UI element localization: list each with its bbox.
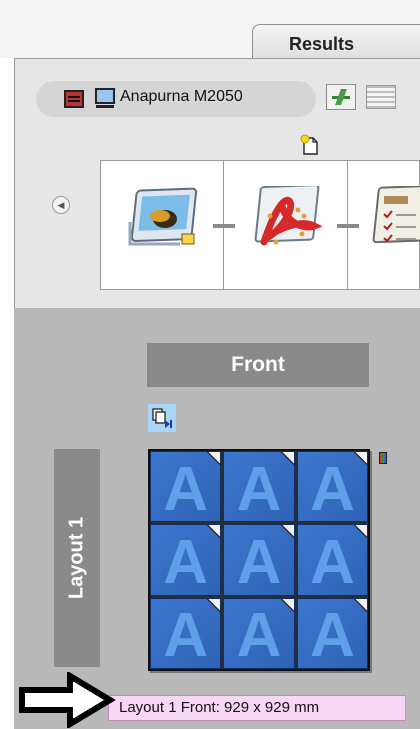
image-edit-icon[interactable] <box>120 186 210 260</box>
list-icon[interactable] <box>366 85 396 109</box>
tile-glyph: A <box>163 528 209 596</box>
page-fold-icon <box>354 525 367 539</box>
imposition-grid[interactable]: AAAAAAAAA <box>148 449 370 671</box>
layout-tile[interactable]: A <box>223 597 295 669</box>
tile-glyph: A <box>236 528 282 596</box>
layout-tile[interactable]: A <box>296 524 368 596</box>
device-name[interactable]: Anapurna M2050 <box>120 88 243 106</box>
page-fold-icon <box>280 452 294 465</box>
step-connector <box>337 224 359 228</box>
pdf-icon[interactable] <box>246 186 336 260</box>
page-fold-icon <box>354 598 367 612</box>
layout-tile[interactable]: A <box>223 451 295 523</box>
layout-tile[interactable]: A <box>150 451 222 523</box>
layout-tile[interactable]: A <box>296 597 368 669</box>
layout-tile[interactable]: A <box>150 597 222 669</box>
tile-glyph: A <box>309 454 355 523</box>
edit-icon[interactable] <box>326 84 356 110</box>
page-fold-icon <box>207 598 221 612</box>
monitor-icon <box>95 88 115 108</box>
size-tooltip: Layout 1 Front: 929 x 929 mm <box>108 695 406 721</box>
page-fold-icon <box>207 452 221 465</box>
checklist-icon[interactable] <box>366 186 420 260</box>
new-document-icon[interactable] <box>300 134 320 156</box>
pointer-arrow-icon <box>19 672 116 728</box>
tile-glyph: A <box>163 454 209 523</box>
layout-tile[interactable]: A <box>296 451 368 523</box>
step-nav-left-icon[interactable]: ◀ <box>52 196 70 214</box>
tile-glyph: A <box>236 454 282 523</box>
device-selector-icon[interactable] <box>64 90 84 108</box>
side-label-front: Front <box>147 343 369 387</box>
layout-tile[interactable]: A <box>150 524 222 596</box>
tile-glyph: A <box>309 601 355 669</box>
page-fold-icon <box>207 525 221 539</box>
tile-glyph: A <box>163 601 209 669</box>
color-marks-icon <box>379 452 387 464</box>
layout-tools-icon[interactable] <box>148 404 176 432</box>
page-fold-icon <box>354 452 367 465</box>
step-connector <box>213 224 235 228</box>
tile-glyph: A <box>309 528 355 596</box>
page-fold-icon <box>280 598 294 612</box>
layout-tile[interactable]: A <box>223 524 295 596</box>
tile-glyph: A <box>236 601 282 669</box>
layout-name-label: Layout 1 <box>65 516 88 600</box>
page-fold-icon <box>280 525 294 539</box>
